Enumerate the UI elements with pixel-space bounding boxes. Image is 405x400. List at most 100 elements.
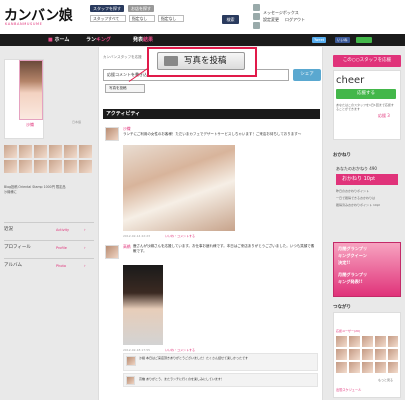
cheer-note: あなたはこのスタッフを1日1回まで応援することができます xyxy=(336,103,394,111)
thumbnail[interactable] xyxy=(4,145,17,158)
tweet-button[interactable]: Tweet xyxy=(312,37,327,43)
friend-avatar[interactable] xyxy=(362,349,373,360)
post-photo[interactable] xyxy=(123,145,235,231)
thumbnail[interactable] xyxy=(4,160,17,173)
friend-avatar[interactable] xyxy=(349,336,360,347)
caption-line: 沙織様に xyxy=(4,190,17,194)
friend-avatar[interactable] xyxy=(388,362,398,373)
activity-post: 高橋 鹿さんが沙織さんを応援しています。お仕事お疲れ様です。本日はご来店ありがと… xyxy=(103,243,320,393)
left-menu-label: 近況 xyxy=(4,227,13,232)
main-content: カンバンスタッフを応援 応援コメントを書き込む シェア 写真を投稿 写真を投稿 … xyxy=(98,47,323,400)
friend-avatar[interactable] xyxy=(375,349,386,360)
post-author[interactable]: 高橋 xyxy=(123,244,131,250)
friends-more-link[interactable]: もっと見る xyxy=(378,378,393,382)
points-total: あなたのおかねり 490 xyxy=(336,166,377,171)
friend-avatar[interactable] xyxy=(336,349,347,360)
search-staff-label: スタッフを探す xyxy=(93,6,121,11)
logout-link[interactable]: ログアウト xyxy=(285,17,305,23)
friend-avatar[interactable] xyxy=(388,349,398,360)
schedule-link[interactable]: 出勤スケジュール xyxy=(336,387,361,392)
left-caption: Blog投稿 Oriental Stamp 1000円 限定品 沙織様に xyxy=(4,185,94,195)
thumbnail[interactable] xyxy=(79,160,92,173)
language-label: 日本語 xyxy=(72,120,82,124)
friends-count[interactable]: 応援ユーザー(20) xyxy=(336,329,360,333)
nav-home-label: ホーム xyxy=(54,37,70,43)
points-today-button[interactable]: おかねり 10pt xyxy=(336,174,398,185)
thumbnail[interactable] xyxy=(64,145,77,158)
thumbnail[interactable] xyxy=(49,160,62,173)
follow-button[interactable]: この○○スタッフを応援 xyxy=(333,55,401,67)
twitter-icon[interactable] xyxy=(253,22,260,29)
friend-avatar[interactable] xyxy=(375,336,386,347)
friend-avatar[interactable] xyxy=(362,362,373,373)
nav-ranking-label-a: ラン xyxy=(86,37,97,43)
page: カンバン娘 KANBANMUSUME スタッフを探す お店を探す スタッフすべて… xyxy=(0,0,405,400)
cheer-title: cheer xyxy=(336,75,365,86)
search-button[interactable]: 検索 xyxy=(222,15,239,24)
reply-text: 沙織 本日はご来店頂きありがとうございました！たくさん話せて楽しかったです xyxy=(139,356,248,360)
profile-name[interactable]: 沙織 xyxy=(26,122,34,128)
left-menu-activity[interactable]: 近況 Activity › xyxy=(4,222,94,240)
line-share-button[interactable] xyxy=(356,37,372,43)
nav-ranking-label-b: キング xyxy=(96,37,111,43)
profile-photo[interactable] xyxy=(19,60,43,120)
nav-home[interactable]: ■ ホーム xyxy=(48,36,69,44)
friend-avatar[interactable] xyxy=(349,362,360,373)
points-heading: おかねり xyxy=(333,153,351,158)
post-actions[interactable]: いいね・コメントする xyxy=(165,348,195,352)
avatar[interactable] xyxy=(105,245,119,259)
reply-item: 高橋 ありがとう、またランチに行くのを楽しみにしています！ xyxy=(123,373,318,387)
friend-avatar[interactable] xyxy=(336,336,347,347)
avatar[interactable] xyxy=(105,127,119,141)
thumbnail[interactable] xyxy=(19,160,32,173)
thumbnail[interactable] xyxy=(64,160,77,173)
thumbnail[interactable] xyxy=(34,145,47,158)
grand-prix-banner[interactable]: 月間グランプリ キングクイーン 決定!! 月間グランプリ キング発表!! xyxy=(333,242,401,297)
left-menu-label: アルバム xyxy=(4,263,22,268)
post-timestamp: 2012-02-18 17:55 xyxy=(123,348,151,352)
message-box-link[interactable]: メッセージボックス xyxy=(263,10,299,16)
friend-avatar[interactable] xyxy=(375,362,386,373)
area-select[interactable]: 指定なし xyxy=(129,15,155,22)
area-select-2[interactable]: 指定なし xyxy=(158,15,184,22)
search-shop-tab[interactable]: お店を探す xyxy=(128,5,154,12)
post-timestamp: 2012-02-14 22:23 xyxy=(123,234,151,238)
left-menu-album[interactable]: アルバム Photo › xyxy=(4,258,94,276)
photo-post-label: 写真を投稿 xyxy=(184,56,227,66)
thumbnail[interactable] xyxy=(79,145,92,158)
thumbnail[interactable] xyxy=(19,145,32,158)
friend-avatar[interactable] xyxy=(388,336,398,347)
nav-notice[interactable]: 発表結果 xyxy=(133,36,153,44)
points-line: 獲得済みおかねりポイント 10pt xyxy=(336,203,380,207)
points-line: 昨日のおかねりポイント xyxy=(336,189,370,193)
left-menu-profile[interactable]: プロフィール Profile › xyxy=(4,240,94,258)
thumbnail[interactable] xyxy=(34,160,47,173)
activity-heading: アクティビティ xyxy=(103,109,320,119)
post-photo[interactable] xyxy=(123,265,163,345)
staff-select[interactable]: スタッフすべて xyxy=(90,15,126,22)
banner-line: 月間グランプリ xyxy=(338,272,368,277)
photo-post-button[interactable]: 写真を投稿 xyxy=(105,84,145,93)
share-button[interactable]: シェア xyxy=(293,69,321,81)
friend-avatar[interactable] xyxy=(362,336,373,347)
camera-icon xyxy=(164,56,178,66)
thumbnail[interactable] xyxy=(49,145,62,158)
chevron-right-icon: › xyxy=(84,263,86,268)
banner-line: キングクイーン xyxy=(338,253,367,258)
search-staff-tab[interactable]: スタッフを探す xyxy=(90,5,124,12)
site-logo-sub: KANBANMUSUME xyxy=(5,22,43,26)
friend-avatar[interactable] xyxy=(336,362,347,373)
gear-icon[interactable] xyxy=(253,13,260,20)
friend-avatar[interactable] xyxy=(349,349,360,360)
avatar[interactable] xyxy=(126,376,135,385)
like-button[interactable]: いいね xyxy=(335,37,350,43)
search-shop-label: お店を探す xyxy=(131,6,151,11)
photo-post-button-zoomed[interactable]: 写真を投稿 xyxy=(157,52,245,70)
cheer-button[interactable]: 応援する xyxy=(336,89,396,99)
nav-ranking[interactable]: ランキング xyxy=(86,36,111,44)
settings-link[interactable]: 設定変更 xyxy=(263,17,279,23)
tweet-label: Tweet xyxy=(314,38,325,42)
avatar[interactable] xyxy=(126,356,136,366)
mail-icon[interactable] xyxy=(253,4,260,11)
post-actions[interactable]: いいね・コメントする xyxy=(165,234,195,238)
